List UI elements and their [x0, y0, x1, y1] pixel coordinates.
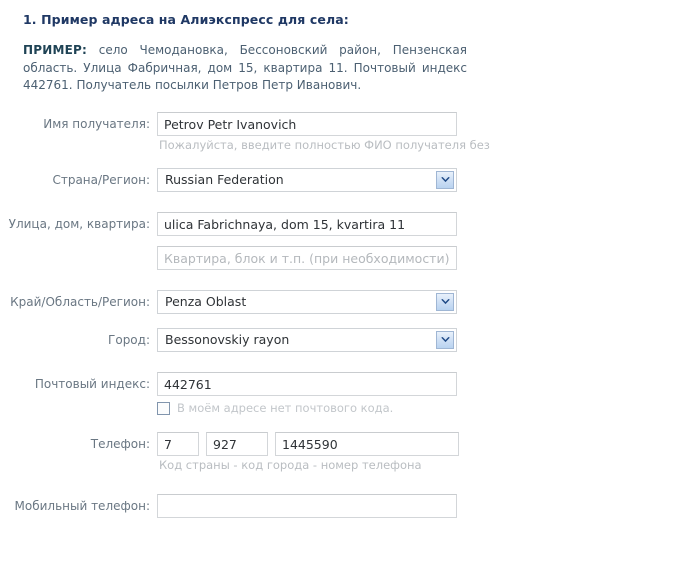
phone-label: Телефон:: [90, 437, 150, 451]
region-select[interactable]: Penza Oblast: [157, 290, 457, 314]
street2-field-cell: [157, 246, 693, 270]
example-lead-label: ПРИМЕР:: [23, 43, 88, 57]
chevron-down-icon[interactable]: [436, 293, 454, 311]
postcode-label: Почтовый индекс:: [34, 377, 150, 391]
phone-area-code-input[interactable]: [206, 432, 268, 456]
recipient-field-cell: Пожалуйста, введите полностью ФИО получа…: [157, 112, 693, 154]
phone-field-cell: Код страны - код города - номер телефона: [157, 432, 693, 474]
region-select-value: Penza Oblast: [165, 294, 247, 309]
mobile-phone-input[interactable]: [157, 494, 457, 518]
form-row-street: Улица, дом, квартира:: [0, 212, 693, 236]
phone-hint: Код страны - код города - номер телефона: [159, 458, 422, 472]
apartment-input[interactable]: [157, 246, 457, 270]
mobile-label: Мобильный телефон:: [14, 499, 151, 513]
postcode-input[interactable]: [157, 372, 457, 396]
recipient-hint: Пожалуйста, введите полностью ФИО получа…: [159, 138, 490, 152]
example-paragraph: ПРИМЕР: село Чемодановка, Бессоновский р…: [23, 42, 467, 95]
region-field-cell: Penza Oblast: [157, 290, 693, 314]
form-row-postcode: Почтовый индекс: В моём адресе нет почто…: [0, 372, 693, 418]
address-form: Имя получателя: Пожалуйста, введите полн…: [0, 112, 693, 518]
chevron-down-icon[interactable]: [436, 331, 454, 349]
city-label: Город:: [108, 333, 150, 347]
city-select[interactable]: Bessonovskiy rayon: [157, 328, 457, 352]
recipient-label: Имя получателя:: [43, 117, 150, 131]
form-row-recipient: Имя получателя: Пожалуйста, введите полн…: [0, 112, 693, 154]
postcode-field-cell: В моём адресе нет почтового кода.: [157, 372, 693, 418]
example-body-text: село Чемодановка, Бессоновский район, Пе…: [23, 43, 467, 92]
city-field-cell: Bessonovskiy rayon: [157, 328, 693, 352]
recipient-name-input[interactable]: [157, 112, 457, 136]
country-select-value: Russian Federation: [165, 172, 284, 187]
page-title: 1. Пример адреса на Алиэкспресс для села…: [23, 12, 349, 27]
form-row-city: Город: Bessonovskiy rayon: [0, 328, 693, 352]
phone-input-group: [157, 432, 693, 456]
phone-country-code-input[interactable]: [157, 432, 199, 456]
phone-number-input[interactable]: [275, 432, 459, 456]
city-select-value: Bessonovskiy rayon: [165, 332, 290, 347]
no-postcode-label: В моём адресе нет почтового кода.: [177, 401, 394, 415]
mobile-field-cell: [157, 494, 693, 518]
form-row-mobile: Мобильный телефон:: [0, 494, 693, 518]
intro-block: 1. Пример адреса на Алиэкспресс для села…: [23, 12, 467, 95]
street-address-input[interactable]: [157, 212, 457, 236]
no-postcode-checkbox[interactable]: [157, 401, 170, 415]
form-row-street2: [0, 246, 693, 270]
street-field-cell: [157, 212, 693, 236]
form-row-country: Страна/Регион: Russian Federation: [0, 168, 693, 192]
form-row-phone: Телефон: Код страны - код города - номер…: [0, 432, 693, 474]
country-select[interactable]: Russian Federation: [157, 168, 457, 192]
street-label: Улица, дом, квартира:: [8, 217, 150, 231]
chevron-down-icon[interactable]: [436, 171, 454, 189]
form-row-region: Край/Область/Регион: Penza Oblast: [0, 290, 693, 314]
country-label: Страна/Регион:: [52, 173, 150, 187]
no-postcode-row[interactable]: В моём адресе нет почтового кода.: [157, 396, 693, 418]
country-field-cell: Russian Federation: [157, 168, 693, 192]
region-label: Край/Область/Регион:: [10, 295, 150, 309]
